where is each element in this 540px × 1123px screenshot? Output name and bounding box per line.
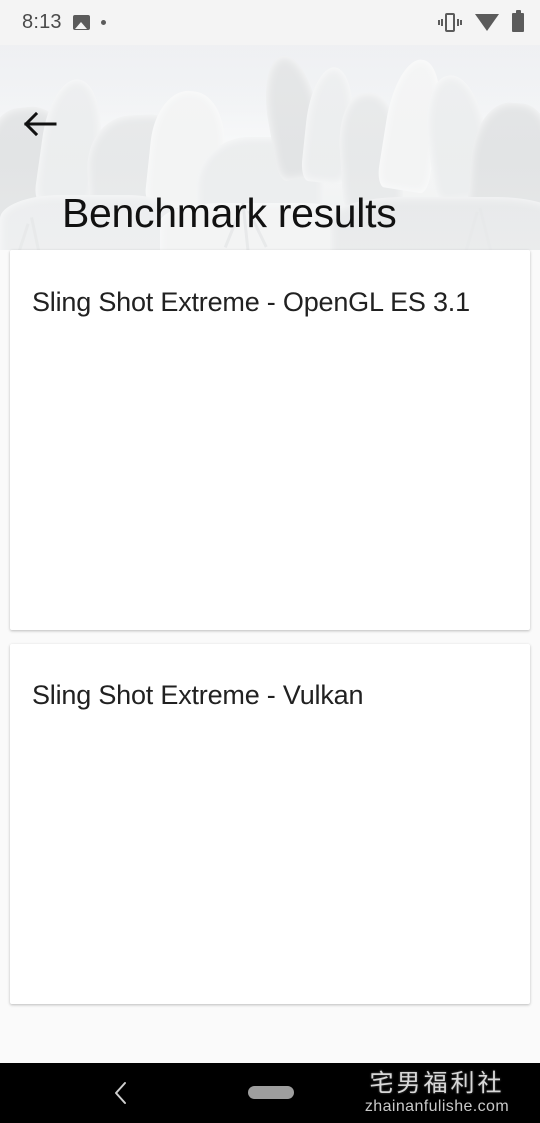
battery-icon bbox=[512, 10, 524, 32]
system-navigation-bar: 宅男福利社 zhainanfulishe.com bbox=[0, 1063, 540, 1123]
status-bar-clock: 8:13 bbox=[22, 11, 62, 33]
hero-header: Benchmark results bbox=[0, 45, 540, 250]
watermark-url-text: zhainanfulishe.com bbox=[364, 1098, 510, 1116]
card-title: Sling Shot Extreme - OpenGL ES 3.1 bbox=[32, 287, 470, 317]
back-arrow-icon[interactable] bbox=[22, 109, 62, 143]
watermark-chinese-text: 宅男福利社 bbox=[369, 1069, 505, 1097]
card-title: Sling Shot Extreme - Vulkan bbox=[32, 680, 364, 710]
nav-back-chevron-icon[interactable] bbox=[104, 1077, 138, 1109]
home-pill-indicator[interactable] bbox=[248, 1086, 294, 1099]
dot-icon bbox=[100, 20, 106, 25]
status-bar-right bbox=[438, 10, 524, 32]
page-title: Benchmark results bbox=[62, 190, 397, 236]
vibrate-icon bbox=[438, 13, 462, 32]
status-bar-left: 8:13 bbox=[22, 11, 106, 34]
benchmark-result-card[interactable]: Sling Shot Extreme - OpenGL ES 3.1 Overa… bbox=[10, 250, 530, 858]
benchmark-result-card[interactable]: Sling Shot Extreme - Vulkan Overall scor… bbox=[10, 644, 530, 1004]
status-bar: 8:13 bbox=[0, 0, 540, 45]
wifi-icon bbox=[475, 14, 499, 31]
photo-icon bbox=[72, 15, 90, 30]
watermark: 宅男福利社 zhainanfulishe.com bbox=[344, 1070, 530, 1117]
phone-screen: 8:13 Benchmark results Sling Shot Extrem… bbox=[0, 0, 540, 1123]
